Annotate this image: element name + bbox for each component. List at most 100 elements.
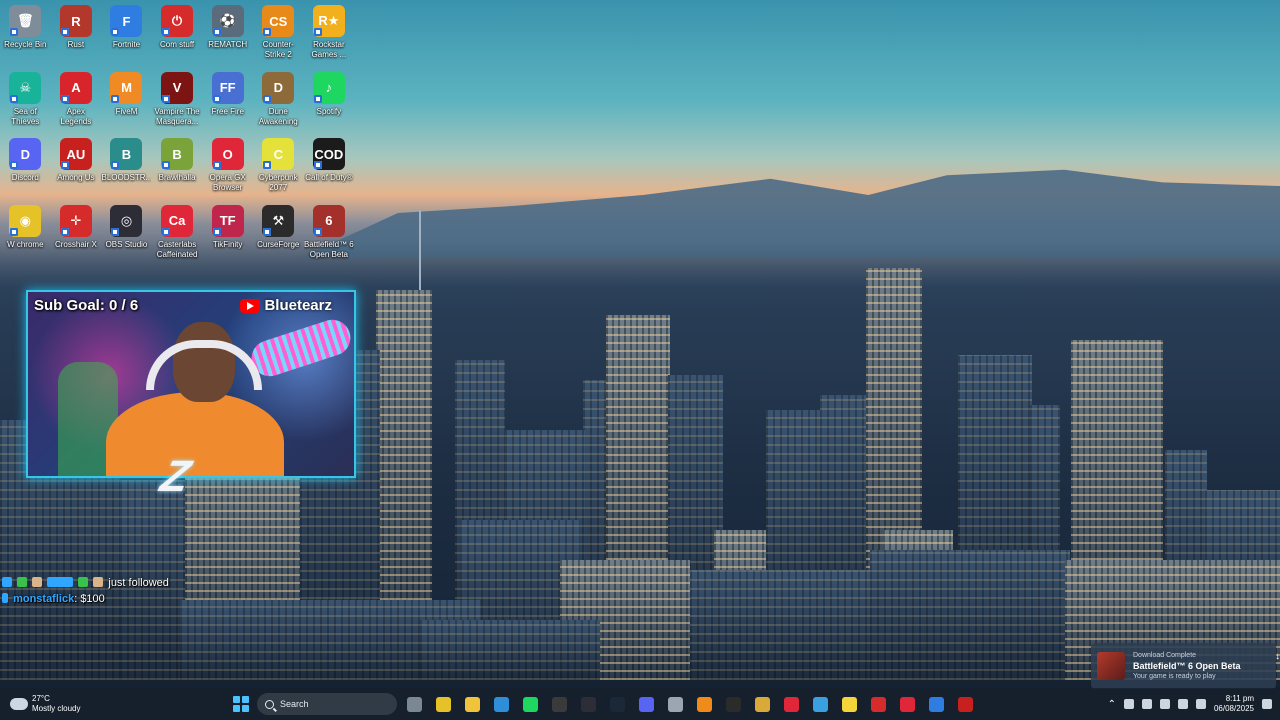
taskbar-app-opera-gx[interactable] — [779, 692, 803, 716]
search-icon — [265, 699, 274, 709]
app-shortcut-icon: D — [262, 71, 295, 104]
clock-time: 8:11 pm — [1225, 694, 1254, 703]
cloud-icon — [10, 698, 28, 710]
desktop-icon-label: Counter-Strike 2 — [262, 40, 294, 59]
desktop-icon-label: Dune Awakening — [258, 106, 298, 126]
taskbar-app-red[interactable] — [953, 692, 977, 716]
taskbar-app-explorer-view-icon — [406, 696, 422, 712]
desktop-icon[interactable]: B BLOODSTR... — [101, 135, 152, 202]
taskbar-app-sticky-notes[interactable] — [837, 692, 861, 716]
desktop-icon[interactable]: F Fortnite — [101, 2, 152, 69]
desktop-icon[interactable]: R Rust — [51, 2, 102, 69]
speaker-icon[interactable] — [1159, 699, 1170, 709]
taskbar-app-vscode[interactable] — [489, 692, 513, 716]
taskbar-app-obs[interactable] — [576, 692, 600, 716]
desktop-icon[interactable]: COD Call of Duty® — [304, 135, 355, 202]
taskbar-app-tool[interactable] — [663, 692, 687, 716]
battery-icon[interactable] — [1195, 699, 1206, 709]
taskbar-app-opera-icon — [870, 696, 886, 712]
taskbar-app-opera[interactable] — [866, 692, 890, 716]
desktop-icon-label: Free Fire — [211, 106, 244, 116]
taskbar-app-epic[interactable] — [547, 692, 571, 716]
app-shortcut-icon: 6 — [312, 204, 345, 237]
desktop-icon[interactable]: 🗑 Recycle Bin — [0, 2, 51, 69]
taskbar-app-file-explorer[interactable] — [460, 692, 484, 716]
desktop-icon[interactable]: ◉ W chrome — [0, 202, 51, 269]
weather-temperature: 27°C — [32, 694, 50, 703]
desktop-icon-label: Casterlabs Caffeinated — [156, 239, 198, 259]
wifi-icon[interactable] — [1177, 699, 1188, 709]
desktop-icon[interactable]: O Opera GX Browser — [202, 135, 253, 202]
chat-username-redacted — [47, 577, 74, 587]
desktop-icon[interactable]: V Vampire The Masquera... — [152, 69, 203, 136]
app-shortcut-icon: O — [211, 138, 244, 170]
desktop-icon[interactable]: Ca Casterlabs Caffeinated — [152, 202, 203, 269]
desktop-icon[interactable]: R★ Rockstar Games ... — [304, 2, 355, 69]
desktop-icon[interactable]: FF Free Fire — [202, 69, 253, 136]
desktop-icon[interactable]: ☠ Sea of Thieves — [0, 69, 51, 136]
taskbar-app-epic-icon — [551, 696, 567, 712]
taskbar-app-steam[interactable] — [605, 692, 629, 716]
desktop-icon-label: TikFinity — [212, 239, 243, 249]
desktop-icon-label: Call of Duty® — [305, 173, 353, 182]
desktop-icon[interactable]: 6 Battlefield™ 6 Open Beta — [304, 202, 355, 269]
taskbar-app-curseforge[interactable] — [721, 692, 745, 716]
taskbar-app-file-explorer-icon — [464, 696, 480, 712]
desktop-icon[interactable]: C Cyberpunk 2077 — [253, 135, 304, 202]
taskbar-app-fortnite[interactable] — [924, 692, 948, 716]
desktop-icon-label: Fortnite — [112, 40, 141, 49]
network-icon[interactable] — [1123, 699, 1134, 709]
chevron-up-icon[interactable]: ⌃ — [1108, 699, 1116, 710]
taskbar-app-chrome[interactable] — [431, 692, 455, 716]
taskbar-app-vlc[interactable] — [692, 692, 716, 716]
desktop-icon[interactable]: A Apex Legends — [51, 69, 102, 136]
notification-icon[interactable] — [1262, 699, 1272, 709]
desktop-icon[interactable]: ⏻ Com stuff — [152, 2, 203, 69]
taskbar-app-gold[interactable] — [750, 692, 774, 716]
taskbar-app-steam-icon — [609, 696, 625, 712]
taskbar-app-curseforge-icon — [725, 696, 741, 712]
clock-date: 06/08/2025 — [1213, 704, 1254, 713]
taskbar-app-explorer-view[interactable] — [402, 692, 426, 716]
start-button[interactable] — [230, 693, 252, 715]
desktop-icon[interactable]: ✛ Crosshair X — [51, 202, 102, 269]
weather-widget[interactable]: 27°C Mostly cloudy — [0, 694, 230, 714]
battlefield-thumbnail-icon — [1097, 652, 1125, 680]
desktop-icon[interactable]: ⚽ REMATCH — [202, 2, 253, 69]
webcam-overlay: Sub Goal: 0 / 6 Bluetearz — [26, 290, 356, 478]
chat-emote-icon — [17, 577, 28, 587]
channel-name: Bluetearz — [264, 297, 332, 314]
taskbar-search[interactable]: Search — [257, 693, 397, 715]
app-shortcut-icon: F — [110, 5, 143, 37]
taskbar-app-spotify[interactable] — [518, 692, 542, 716]
stream-chat-overlay: just followed monstaflick: $100 — [2, 575, 169, 607]
desktop-icon[interactable]: M FiveM — [101, 69, 152, 136]
taskbar-center: Search — [230, 692, 977, 716]
desktop-icon[interactable]: D Discord — [0, 135, 51, 202]
taskbar-app-discord[interactable] — [634, 692, 658, 716]
app-shortcut-icon: AU — [59, 138, 92, 170]
taskbar: 27°C Mostly cloudy Search ⌃ 8:11 pm 06/0… — [0, 688, 1280, 720]
system-tray: ⌃ 8:11 pm 06/08/2025 — [1108, 688, 1280, 720]
desktop-icon[interactable]: CS Counter-Strike 2 — [253, 2, 304, 69]
download-complete-toast[interactable]: Download Complete Battlefield™ 6 Open Be… — [1091, 643, 1280, 689]
desktop-icon-label: W chrome — [7, 239, 44, 249]
taskbar-app-photos[interactable] — [808, 692, 832, 716]
desktop-icon[interactable]: D Dune Awakening — [253, 69, 304, 136]
desktop-icon[interactable]: ⚒ CurseForge — [253, 202, 304, 269]
desktop-icon[interactable]: ◎ OBS Studio — [101, 202, 152, 269]
microphone-icon[interactable] — [1141, 699, 1152, 709]
desktop-icon-label: Spotify — [316, 106, 342, 116]
taskbar-app-casterlabs[interactable] — [895, 692, 919, 716]
taskbar-clock[interactable]: 8:11 pm 06/08/2025 — [1214, 694, 1254, 714]
app-shortcut-icon: CS — [262, 5, 295, 37]
desktop-icon[interactable]: ♪ Spotify — [304, 69, 355, 136]
taskbar-app-vscode-icon — [493, 696, 509, 712]
taskbar-app-opera-gx-icon — [783, 696, 799, 712]
app-shortcut-icon: Ca — [161, 204, 194, 237]
webcam-headphones — [146, 340, 262, 390]
desktop-icon[interactable]: TF TikFinity — [202, 202, 253, 269]
desktop-icon[interactable]: AU Among Us — [51, 135, 102, 202]
desktop-icon[interactable]: B Brawlhalla — [152, 135, 203, 202]
app-shortcut-icon: ♪ — [312, 71, 345, 104]
